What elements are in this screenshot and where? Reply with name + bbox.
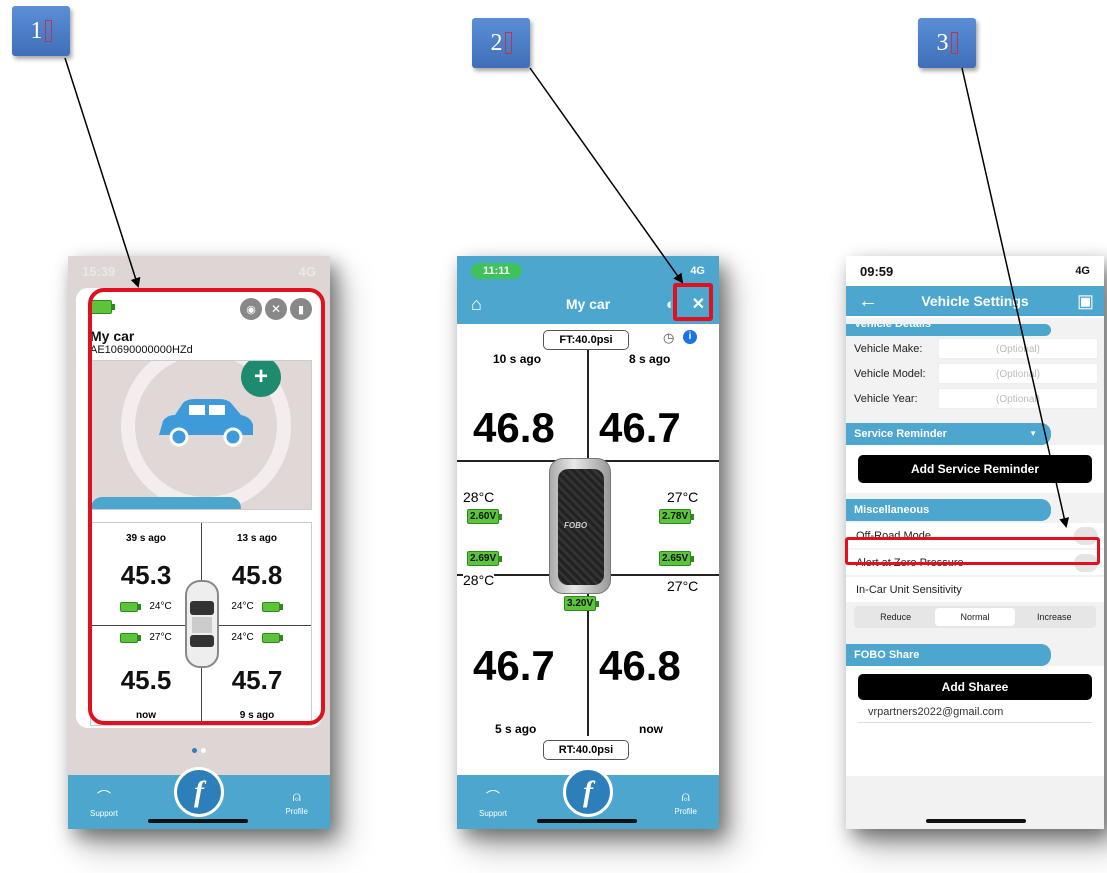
step-badge-2: 2 [472,18,530,68]
vehicle-model-row: Vehicle Model: (Optional) [846,361,1104,386]
badge-mark [504,32,512,54]
tire-temp-fl: 28°C [463,489,495,505]
sensitivity-row: In-Car Unit Sensitivity [846,577,1104,602]
tab-profile[interactable]: ⍝ Profile [674,788,697,816]
tire-age-fl: 10 s ago [493,352,542,366]
tire-age-rr: now [639,722,663,736]
arrow-1 [64,57,141,288]
highlight-box-wrench [673,283,713,321]
clock: 09:59 [860,263,894,279]
section-service-reminder[interactable]: Service Reminder ▼ [846,423,1051,445]
add-service-reminder-button[interactable]: Add Service Reminder [858,455,1092,483]
tire-temp-fr: 27°C [667,489,699,505]
tab-profile[interactable]: ⍝ Profile [285,788,308,816]
brand-label: FOBO [564,521,588,530]
clock: 15:39 [82,263,116,279]
tire-pressure-rl: 46.7 [473,642,555,690]
tab-support[interactable]: ⌒ Support [479,787,507,818]
highlight-box-vehicle-card [88,288,325,725]
signal-indicator: 4G [298,263,316,279]
front-target-pill: FT:40.0psi [543,330,629,350]
step-badge-1: 1 [12,6,70,56]
seg-normal[interactable]: Normal [935,608,1015,626]
home-indicator [537,819,637,823]
fobo-home-button[interactable]: f [563,767,613,817]
section-vehicle-details: Vehicle Details [846,324,1051,336]
battery-fl: 2.60V [467,509,503,524]
gauge-icon[interactable]: ◷ [663,330,674,346]
tire-pressure-rr: 46.8 [599,642,681,690]
vehicle-year-row: Vehicle Year: (Optional) [846,386,1104,411]
person-icon: ⍝ [681,788,690,804]
section-fobo-share: FOBO Share [846,644,1051,666]
nav-bar: ← Vehicle Settings ▣ [846,286,1104,316]
tire-age-rl: 5 s ago [495,722,537,736]
badge-mark [950,32,958,54]
highlight-box-off-road [845,537,1100,565]
headset-icon: ⌒ [97,788,112,805]
rear-target-pill: RT:40.0psi [543,740,629,760]
save-icon[interactable]: ▣ [1077,291,1094,312]
chevron-down-icon: ▼ [1029,429,1037,438]
info-icon[interactable]: i [683,330,697,344]
status-bar: 11:11 4G [457,256,719,286]
step-badge-3: 3 [918,18,976,68]
vehicle-make-row: Vehicle Make: (Optional) [846,336,1104,361]
vehicle-year-input[interactable]: (Optional) [938,388,1098,409]
add-sharee-button[interactable]: Add Sharee [858,674,1092,700]
fobo-unit-image: FOBO [549,458,611,594]
tire-temp-rr: 27°C [667,578,699,594]
battery-fr: 2.78V [659,509,695,524]
phone-screen-2: 11:11 4G ⌂ My car ◐ ✕ FT:40.0psi ◷ i 10 … [457,256,719,829]
headset-icon: ⌒ [486,788,501,805]
battery-rl: 2.69V [467,551,503,566]
back-arrow-icon[interactable]: ← [858,290,878,313]
seg-increase[interactable]: Increase [1015,612,1094,622]
person-icon: ⍝ [292,788,301,804]
arrow-2 [529,67,684,284]
battery-unit: 3.20V [564,596,600,611]
tab-support[interactable]: ⌒ Support [90,787,118,818]
vehicle-model-input[interactable]: (Optional) [938,363,1098,384]
section-miscellaneous: Miscellaneous [846,499,1051,521]
battery-rr: 2.65V [659,551,695,566]
page-title: Vehicle Settings [921,293,1029,309]
home-indicator [926,819,1026,823]
tire-age-fr: 8 s ago [629,352,671,366]
vehicle-make-input[interactable]: (Optional) [938,338,1098,359]
sharee-email: vrpartners2022@gmail.com [858,700,1092,723]
home-indicator [148,819,248,823]
signal-indicator: 4G [690,265,705,277]
badge-mark [44,20,52,42]
seg-reduce[interactable]: Reduce [856,612,935,622]
tire-pressure-fl: 46.8 [473,404,555,452]
tire-temp-rl: 28°C [463,572,495,588]
page-dots [192,748,206,753]
page-title: My car [565,296,611,312]
signal-indicator: 4G [1075,265,1090,277]
clock-pill: 11:11 [471,263,522,279]
status-bar: 09:59 4G [846,256,1104,286]
sensitivity-segmented: Reduce Normal Increase [854,606,1096,628]
fobo-home-button[interactable]: f [174,767,224,817]
status-bar: 15:39 4G [68,256,330,286]
home-icon[interactable]: ⌂ [471,294,482,315]
tire-pressure-fr: 46.7 [599,404,681,452]
